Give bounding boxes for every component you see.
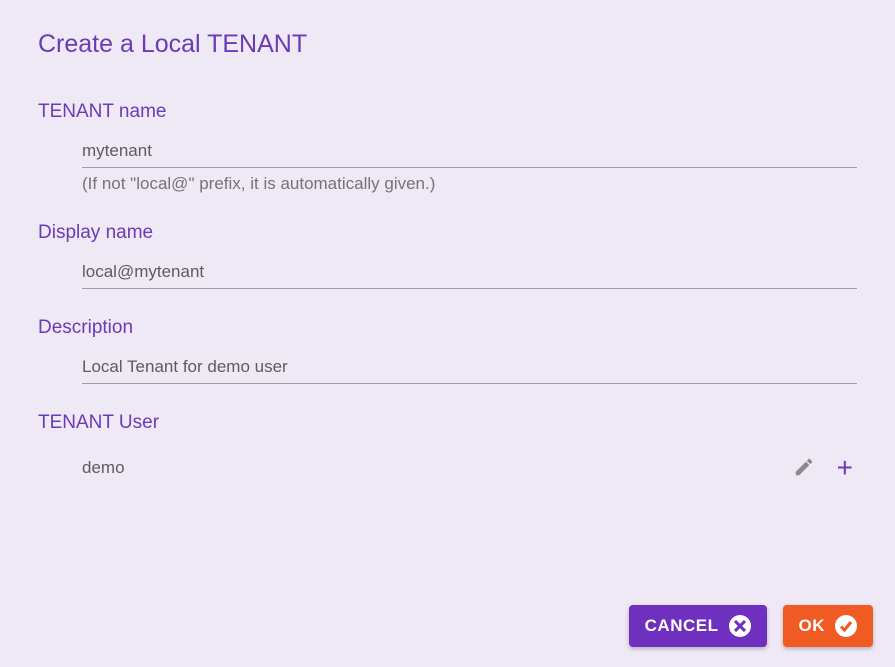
plus-icon: + (837, 454, 853, 482)
pencil-icon (793, 456, 815, 481)
check-icon (835, 615, 857, 637)
tenant-user-label: TENANT User (38, 412, 857, 434)
tenant-name-helper: (If not "local@" prefix, it is automatic… (82, 174, 857, 194)
description-field-group: Description (38, 317, 857, 384)
cancel-button-label: CANCEL (645, 616, 719, 636)
cancel-button[interactable]: CANCEL (629, 605, 767, 647)
dialog-title: Create a Local TENANT (38, 30, 857, 59)
tenant-user-row: demo + (82, 450, 857, 486)
tenant-name-label: TENANT name (38, 101, 857, 123)
description-input[interactable] (82, 355, 857, 384)
ok-button-label: OK (799, 616, 826, 636)
tenant-name-input[interactable] (82, 139, 857, 168)
display-name-label: Display name (38, 222, 857, 244)
add-user-button[interactable]: + (833, 450, 857, 486)
tenant-user-value: demo (82, 458, 775, 478)
display-name-field-group: Display name (38, 222, 857, 289)
button-bar: CANCEL OK (629, 605, 873, 647)
display-name-input[interactable] (82, 260, 857, 289)
close-icon (729, 615, 751, 637)
tenant-user-field-group: TENANT User demo + (38, 412, 857, 486)
description-label: Description (38, 317, 857, 339)
tenant-name-field-group: TENANT name (If not "local@" prefix, it … (38, 101, 857, 194)
edit-user-button[interactable] (789, 452, 819, 485)
ok-button[interactable]: OK (783, 605, 874, 647)
